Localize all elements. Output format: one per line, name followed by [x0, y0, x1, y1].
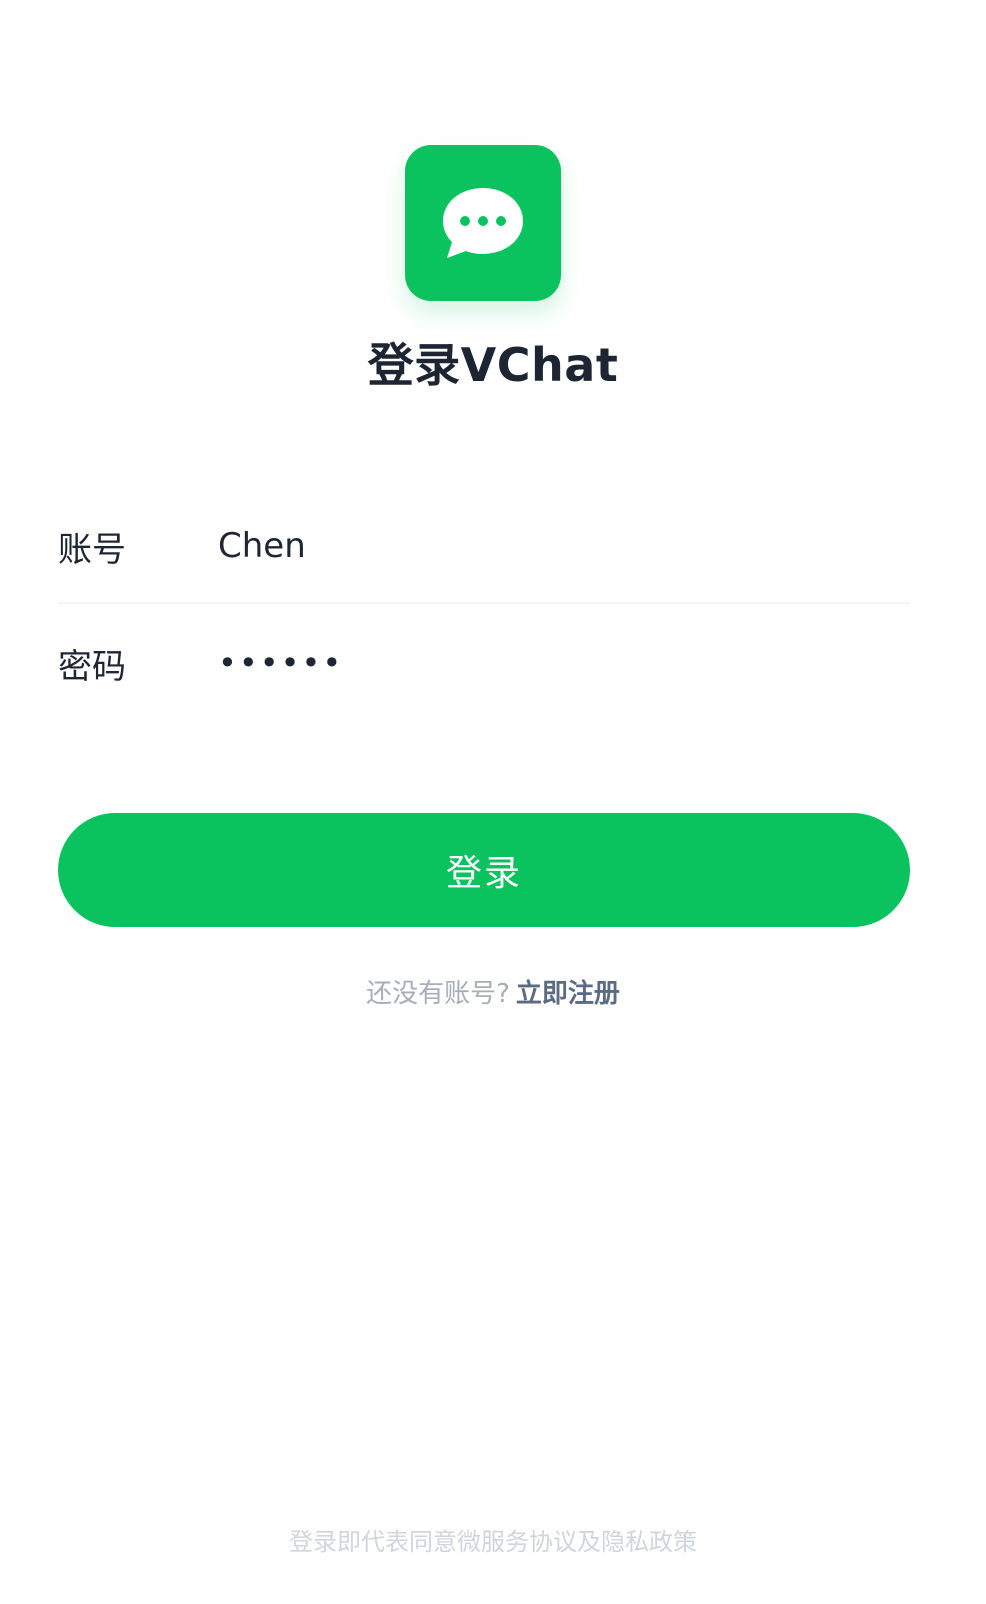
register-link[interactable]: 立即注册	[516, 979, 620, 1009]
agreement-notice: 登录即代表同意微服务协议及隐私政策	[289, 1528, 697, 1556]
password-input[interactable]	[218, 633, 910, 693]
account-input[interactable]	[218, 516, 910, 576]
register-question: 还没有账号?	[366, 979, 510, 1009]
chat-bubble-icon	[443, 188, 523, 258]
page-title: 登录VChat	[367, 338, 619, 392]
account-label: 账号	[58, 529, 126, 570]
password-label: 密码	[58, 646, 126, 687]
app-logo	[405, 145, 561, 301]
login-button[interactable]: 登录	[58, 813, 910, 927]
register-prompt: 还没有账号? 立即注册	[0, 972, 986, 1016]
password-row: 密码	[58, 606, 910, 720]
account-row: 账号	[58, 490, 910, 604]
